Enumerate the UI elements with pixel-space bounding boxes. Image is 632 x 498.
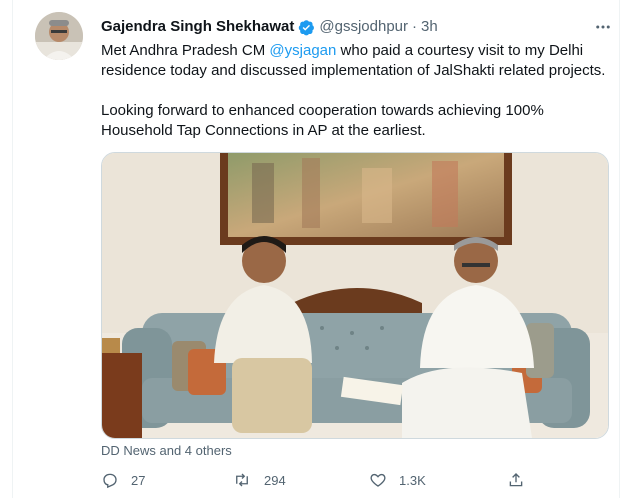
separator-dot: · xyxy=(412,18,417,35)
author-handle[interactable]: @gssjodhpur xyxy=(319,17,408,37)
tweet-text: Met Andhra Pradesh CM @ysjagan who paid … xyxy=(101,41,613,141)
tweet-card[interactable]: Gajendra Singh Shekhawat @gssjodhpur · 3… xyxy=(12,0,620,498)
reply-count: 27 xyxy=(131,472,146,488)
action-bar: 27 294 1.3K xyxy=(101,468,613,492)
photo-image xyxy=(102,153,608,438)
share-button[interactable] xyxy=(507,468,537,492)
mention-link[interactable]: @ysjagan xyxy=(269,42,336,59)
share-icon xyxy=(509,473,523,487)
avatar[interactable] xyxy=(35,12,83,60)
like-button[interactable]: 1.3K xyxy=(369,468,426,492)
tweet-text-segment: Met Andhra Pradesh CM xyxy=(101,42,270,59)
tweet-header: Gajendra Singh Shekhawat @gssjodhpur · 3… xyxy=(101,17,438,37)
author-name[interactable]: Gajendra Singh Shekhawat xyxy=(101,17,294,37)
verified-badge-icon xyxy=(298,19,315,36)
reply-button[interactable]: 27 xyxy=(101,468,145,492)
like-count: 1.3K xyxy=(399,472,426,488)
heart-icon xyxy=(370,473,386,487)
more-options-icon[interactable] xyxy=(591,15,615,39)
tweet-text-line: Household Tap Connections in AP at the e… xyxy=(101,122,426,139)
retweet-count: 294 xyxy=(264,472,286,488)
reply-icon xyxy=(103,473,117,489)
tweet-text-line: Met Andhra Pradesh CM @ysjagan who paid … xyxy=(101,41,613,61)
retweet-icon xyxy=(236,473,248,487)
tweet-photo[interactable] xyxy=(101,152,609,439)
tweet-text-line: Looking forward to enhanced cooperation … xyxy=(101,102,544,119)
tweet-text-line: residence today and discussed implementa… xyxy=(101,62,606,79)
timestamp[interactable]: 3h xyxy=(421,17,438,37)
tagged-people[interactable]: DD News and 4 others xyxy=(101,443,232,459)
retweet-button[interactable]: 294 xyxy=(232,468,286,492)
tweet-text-segment: who paid a courtesy visit to my Delhi xyxy=(336,42,584,59)
